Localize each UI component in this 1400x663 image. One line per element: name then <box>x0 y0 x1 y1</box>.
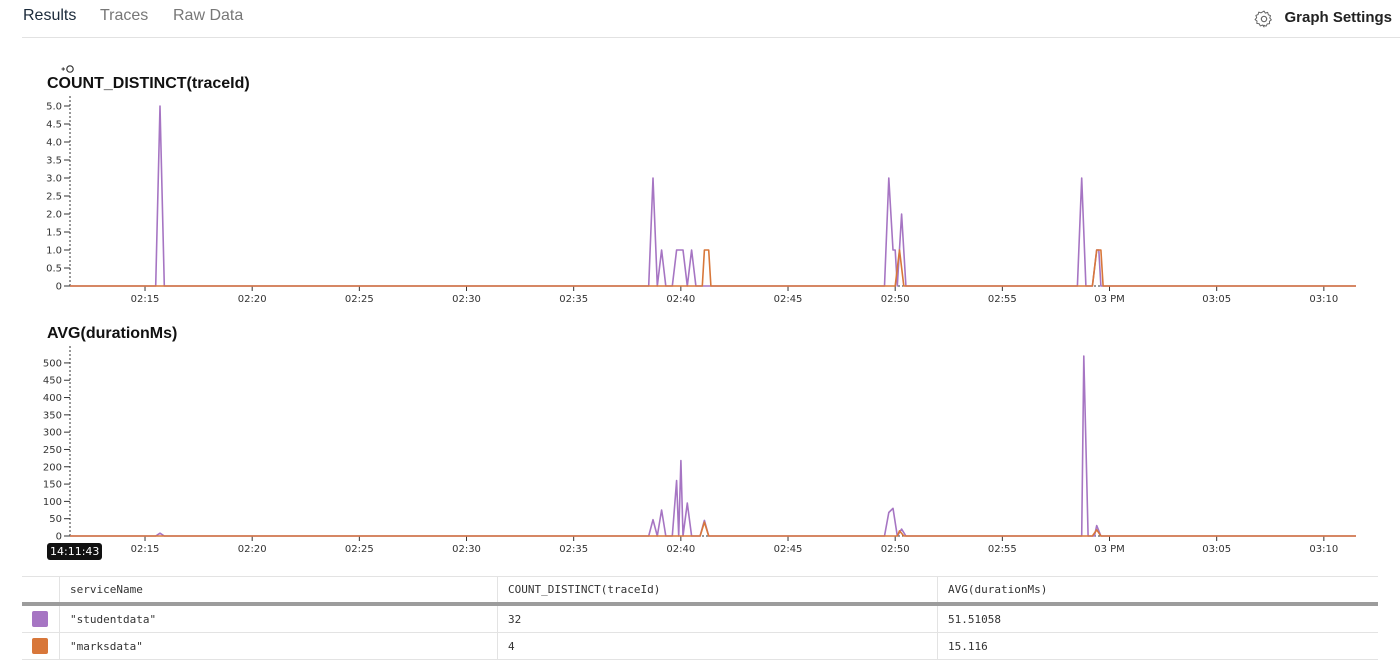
swatch-column-header <box>22 577 60 602</box>
x-tick-label: 02:25 <box>345 544 374 555</box>
x-tick-label: 02:45 <box>774 294 803 305</box>
legend-swatch-cell <box>22 606 60 632</box>
y-tick-label: 1.0 <box>46 246 62 257</box>
y-tick-label: 0 <box>56 532 62 543</box>
y-tick-label: 0 <box>56 282 62 293</box>
y-tick-label: 0.5 <box>46 264 62 275</box>
x-tick-label: 02:30 <box>452 544 481 555</box>
y-tick-label: 250 <box>43 445 62 456</box>
y-tick-label: 200 <box>43 462 62 473</box>
x-tick-label: 03:05 <box>1202 544 1231 555</box>
x-tick-label: 02:50 <box>881 544 910 555</box>
x-tick-label: 02:35 <box>559 294 588 305</box>
series-line-marksdata <box>70 249 1356 287</box>
legend-swatch-marksdata[interactable] <box>32 638 48 654</box>
x-tick-label: 02:40 <box>666 294 695 305</box>
x-tick-label: 02:45 <box>774 544 803 555</box>
y-tick-label: 150 <box>43 480 62 491</box>
y-tick-label: 5.0 <box>46 102 62 113</box>
x-tick-label: 02:15 <box>131 294 160 305</box>
y-tick-label: 4.5 <box>46 120 62 131</box>
column-header-count-distinct[interactable]: COUNT_DISTINCT(traceId) <box>498 577 938 602</box>
y-tick-label: 2.5 <box>46 192 62 203</box>
avg-duration-chart[interactable]: 0 50 100 150 200 250 300 350 400 450 500 02:15 02:20… <box>0 340 1400 560</box>
x-tick-label: 02:30 <box>452 294 481 305</box>
x-tick-label: 03 PM <box>1094 544 1125 555</box>
x-tick-label: 02:20 <box>238 544 267 555</box>
x-tick-label: 02:50 <box>881 294 910 305</box>
service-name-cell: "marksdata" <box>60 633 498 659</box>
x-tick-label: 02:15 <box>131 544 160 555</box>
series-line-studentdata <box>70 355 1356 537</box>
table-row[interactable]: "studentdata" 32 51.51058 <box>22 606 1378 633</box>
cursor-time-badge: 14:11:43 <box>47 543 103 560</box>
service-name-cell: "studentdata" <box>60 606 498 632</box>
avg-duration-cell: 15.116 <box>948 639 988 653</box>
series-line-studentdata <box>70 105 1356 287</box>
y-tick-label: 3.5 <box>46 156 62 167</box>
count-distinct-cell: 32 <box>498 606 938 632</box>
x-tick-label: 02:55 <box>988 294 1017 305</box>
results-table: serviceName COUNT_DISTINCT(traceId) AVG(… <box>22 576 1378 660</box>
y-tick-label: 4.0 <box>46 138 62 149</box>
column-header-service-name[interactable]: serviceName <box>60 577 498 602</box>
y-tick-label: 450 <box>43 376 62 387</box>
legend-swatch-studentdata[interactable] <box>32 611 48 627</box>
table-header-row: serviceName COUNT_DISTINCT(traceId) AVG(… <box>22 577 1378 606</box>
column-header-avg-duration[interactable]: AVG(durationMs) <box>938 577 1378 602</box>
crosshair-zoom-icon <box>61 65 74 73</box>
y-tick-label: 50 <box>49 514 62 525</box>
x-tick-label: 02:55 <box>988 544 1017 555</box>
y-tick-label: 300 <box>43 428 62 439</box>
avg-duration-cell: 51.51058 <box>948 612 1001 626</box>
y-tick-label: 2.0 <box>46 210 62 221</box>
results-tab-bar: Results Traces Raw Data Graph Settings <box>22 0 1400 38</box>
x-tick-label: 03:10 <box>1309 294 1338 305</box>
x-tick-label: 02:40 <box>666 544 695 555</box>
table-row[interactable]: "marksdata" 4 15.116 <box>22 633 1378 660</box>
x-tick-label: 02:35 <box>559 544 588 555</box>
graph-settings-button[interactable]: Graph Settings <box>1254 6 1392 29</box>
x-tick-label: 02:20 <box>238 294 267 305</box>
tab-raw-data[interactable]: Raw Data <box>173 7 243 25</box>
y-tick-label: 500 <box>43 358 62 369</box>
tab-traces[interactable]: Traces <box>100 7 148 25</box>
y-tick-label: 1.5 <box>46 228 62 239</box>
series-line-marksdata <box>70 521 1356 537</box>
y-tick-label: 100 <box>43 497 62 508</box>
x-tick-label: 03 PM <box>1094 294 1125 305</box>
y-tick-label: 400 <box>43 393 62 404</box>
x-tick-label: 02:25 <box>345 294 374 305</box>
graph-settings-label: Graph Settings <box>1284 9 1392 26</box>
count-distinct-chart[interactable]: 0 0.5 1.0 1.5 2.0 2.5 3.0 3.5 4.0 4.5 5.0 02:15 02:2… <box>0 90 1400 310</box>
x-tick-label: 03:05 <box>1202 294 1231 305</box>
legend-swatch-cell <box>22 633 60 659</box>
y-tick-label: 350 <box>43 410 62 421</box>
count-distinct-cell: 4 <box>498 633 938 659</box>
x-tick-label: 03:10 <box>1309 544 1338 555</box>
gear-icon <box>1255 10 1273 28</box>
tab-results[interactable]: Results <box>23 7 76 25</box>
y-tick-label: 3.0 <box>46 174 62 185</box>
